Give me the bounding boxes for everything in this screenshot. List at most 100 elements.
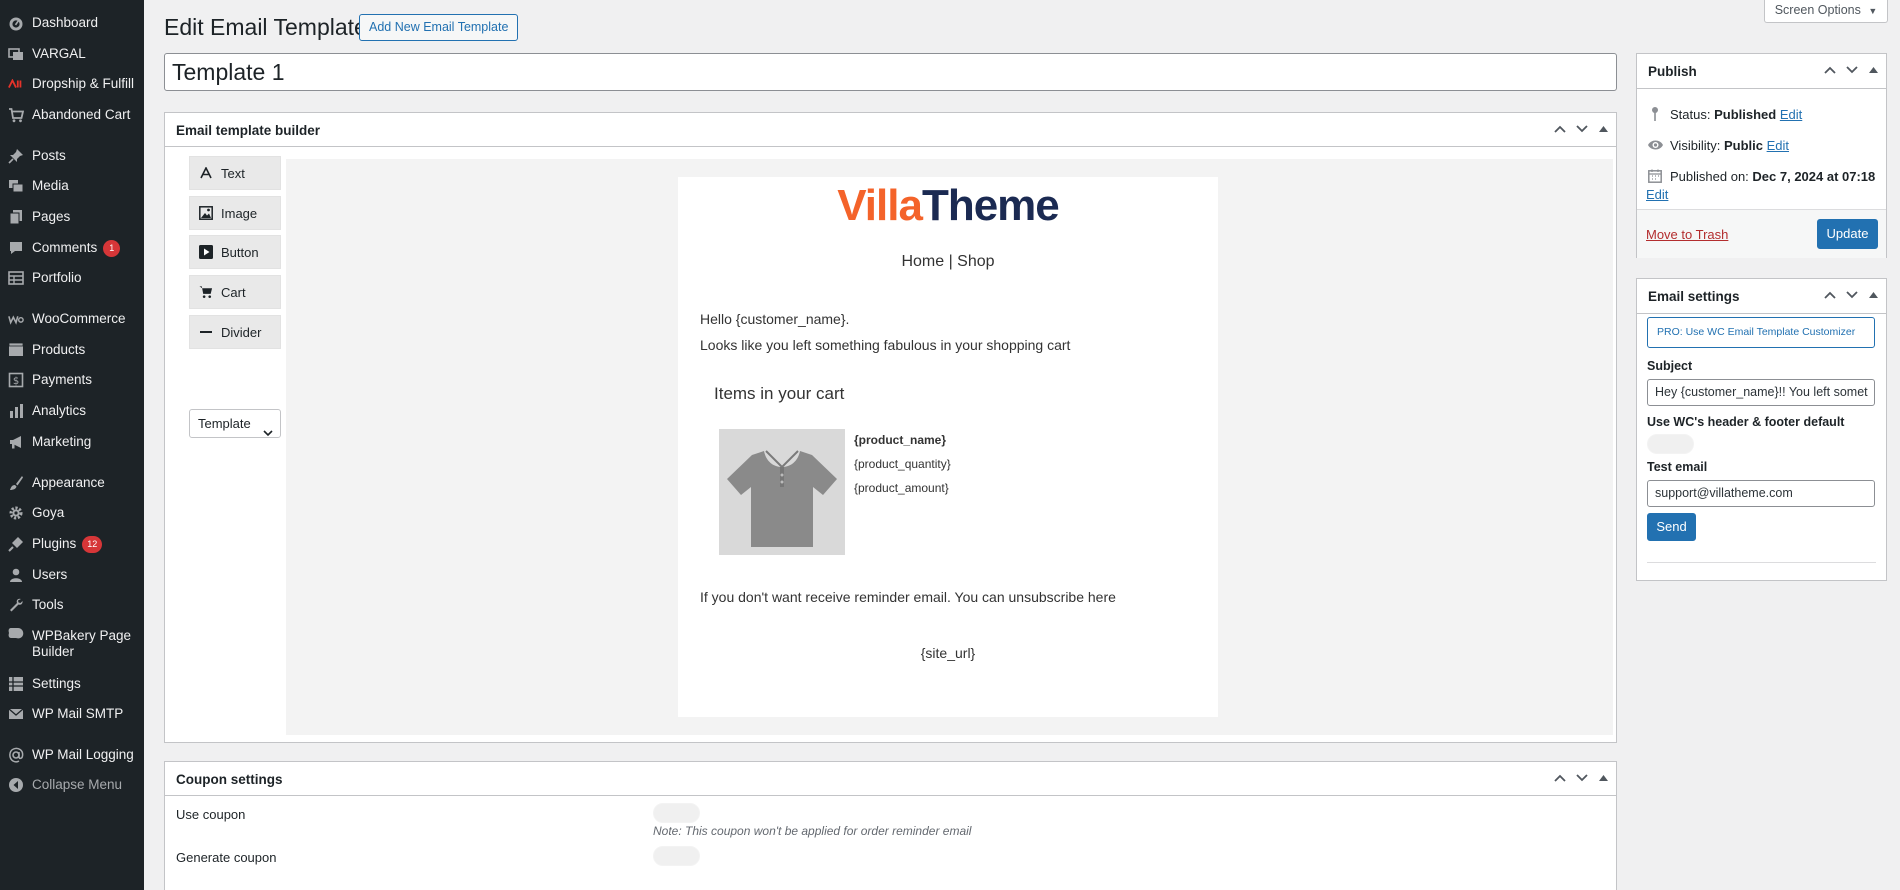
subject-input[interactable]: Hey {customer_name}!! You left somet	[1647, 379, 1875, 406]
sidebar-item-plugins[interactable]: Plugins 12	[0, 530, 144, 558]
postbox-title: Email settings	[1648, 289, 1740, 304]
sidebar-item-label-line2: Builder	[32, 644, 75, 659]
visibility-row: Visibility: Public Edit	[1646, 137, 1789, 153]
sidebar-item-dropship[interactable]: Dropship & Fulfill	[0, 70, 144, 98]
sidebar-item-appearance[interactable]: Appearance	[0, 469, 144, 497]
postbox-title: Publish	[1648, 64, 1697, 79]
sidebar-item-label: Dropship & Fulfill	[32, 76, 135, 91]
pin-icon	[8, 148, 24, 164]
tool-button[interactable]: Button	[189, 235, 281, 269]
sidebar-item-dashboard[interactable]: Dashboard	[0, 9, 144, 37]
send-test-email-button[interactable]: Send	[1647, 513, 1696, 541]
collapse-panel-icon[interactable]	[1597, 122, 1610, 136]
status-row: Status: Published Edit	[1646, 106, 1802, 122]
use-coupon-toggle[interactable]	[653, 803, 700, 823]
template-select[interactable]: Template	[189, 409, 281, 438]
tool-cart[interactable]: Cart	[189, 275, 281, 309]
site-url[interactable]: {site_url}	[678, 645, 1218, 661]
sidebar-item-tools[interactable]: Tools	[0, 591, 144, 619]
plugin-icon	[8, 536, 24, 552]
email-template-builder-box: Email template builder Text Image Button…	[164, 112, 1617, 743]
wc-header-footer-toggle[interactable]	[1647, 434, 1694, 454]
villatheme-logo[interactable]: VillaTheme	[678, 183, 1218, 229]
sidebar-item-posts[interactable]: Posts	[0, 142, 144, 170]
sidebar-item-wp-mail-smtp[interactable]: WP Mail SMTP	[0, 700, 144, 728]
email-message[interactable]: Looks like you left something fabulous i…	[700, 337, 1070, 353]
sidebar-item-users[interactable]: Users	[0, 561, 144, 589]
sidebar-item-portfolio[interactable]: Portfolio	[0, 264, 144, 292]
collapse-panel-icon[interactable]	[1867, 288, 1880, 302]
move-up-icon[interactable]	[1823, 63, 1836, 77]
product-name[interactable]: {product_name}	[854, 433, 946, 447]
test-email-label: Test email	[1647, 460, 1708, 474]
postbox-header: Email template builder	[165, 113, 1616, 147]
sidebar-item-label: Pages	[32, 209, 71, 224]
megaphone-icon	[8, 434, 24, 450]
test-email-input[interactable]: support@villatheme.com	[1647, 480, 1875, 507]
move-down-icon[interactable]	[1845, 63, 1858, 77]
move-up-icon[interactable]	[1553, 122, 1566, 136]
product-quantity[interactable]: {product_quantity}	[854, 457, 951, 471]
edit-date-link[interactable]: Edit	[1646, 187, 1668, 202]
published-label: Published on:	[1670, 168, 1749, 184]
svg-text:$: $	[13, 376, 19, 387]
add-new-email-template-button[interactable]: Add New Email Template	[359, 14, 519, 41]
mail-icon	[8, 706, 24, 722]
pro-customizer-button[interactable]: PRO: Use WC Email Template Customizer	[1647, 317, 1875, 348]
sidebar-item-media[interactable]: Media	[0, 172, 144, 200]
sidebar-item-abandoned-cart[interactable]: Abandoned Cart	[0, 101, 144, 129]
collapse-panel-icon[interactable]	[1597, 771, 1610, 785]
edit-visibility-link[interactable]: Edit	[1767, 138, 1789, 153]
sidebar-item-vargal[interactable]: VARGAL	[0, 40, 144, 68]
sidebar-item-label: Goya	[32, 505, 65, 520]
page-title: Edit Email Templates	[164, 14, 379, 40]
sidebar-item-marketing[interactable]: Marketing	[0, 428, 144, 456]
collapse-panel-icon[interactable]	[1867, 63, 1880, 77]
woo-icon	[8, 311, 24, 327]
move-to-trash-link[interactable]: Move to Trash	[1646, 227, 1728, 242]
sidebar-item-comments[interactable]: Comments 1	[0, 234, 144, 262]
tool-image[interactable]: Image	[189, 196, 281, 230]
divider	[1647, 562, 1876, 563]
product-image[interactable]	[719, 429, 845, 555]
update-button[interactable]: Update	[1817, 219, 1878, 249]
sidebar-item-pages[interactable]: Pages	[0, 203, 144, 231]
cart-icon	[8, 107, 24, 123]
sidebar-item-woocommerce[interactable]: WooCommerce	[0, 305, 144, 333]
email-nav-links[interactable]: Home | Shop	[678, 253, 1218, 271]
sidebar-item-wpbakery[interactable]: WPBakery Page Builder	[0, 622, 144, 659]
generate-coupon-toggle[interactable]	[653, 846, 700, 866]
comment-icon	[8, 240, 24, 256]
edit-status-link[interactable]: Edit	[1780, 107, 1802, 122]
sidebar-item-settings[interactable]: Settings	[0, 670, 144, 698]
tool-divider[interactable]: Divider	[189, 315, 281, 349]
unsubscribe-text[interactable]: If you don't want receive reminder email…	[700, 589, 1116, 605]
sidebar-item-collapse-menu[interactable]: Collapse Menu	[0, 771, 144, 799]
sidebar-item-label: Posts	[32, 148, 66, 163]
move-down-icon[interactable]	[1575, 122, 1588, 136]
move-down-icon[interactable]	[1845, 288, 1858, 302]
sidebar-item-goya[interactable]: Goya	[0, 499, 144, 527]
move-up-icon[interactable]	[1823, 288, 1836, 302]
cart-heading[interactable]: Items in your cart	[714, 384, 844, 404]
move-down-icon[interactable]	[1575, 771, 1588, 785]
payments-icon: $	[8, 372, 24, 388]
product-amount[interactable]: {product_amount}	[854, 481, 949, 495]
tool-label: Image	[221, 205, 258, 221]
tool-text[interactable]: Text	[189, 156, 281, 190]
sidebar-item-analytics[interactable]: Analytics	[0, 397, 144, 425]
post-title-input[interactable]: Template 1	[164, 53, 1617, 91]
builder-area: Text Image Button Cart Divider Template …	[175, 153, 1616, 735]
cart-icon	[199, 285, 213, 299]
sidebar-item-payments[interactable]: $ Payments	[0, 366, 144, 394]
divider-icon	[199, 325, 213, 339]
screen-options-toggle[interactable]: Screen Options ▼	[1764, 0, 1888, 23]
sidebar-item-label: Dashboard	[32, 15, 99, 30]
calendar-icon	[1646, 168, 1664, 184]
sidebar-item-wp-mail-logging[interactable]: WP Mail Logging	[0, 741, 144, 769]
text-icon	[199, 166, 213, 180]
move-up-icon[interactable]	[1553, 771, 1566, 785]
sidebar-item-products[interactable]: Products	[0, 336, 144, 364]
template-select-value: Template	[198, 416, 251, 431]
email-greeting[interactable]: Hello {customer_name}.	[700, 311, 849, 327]
